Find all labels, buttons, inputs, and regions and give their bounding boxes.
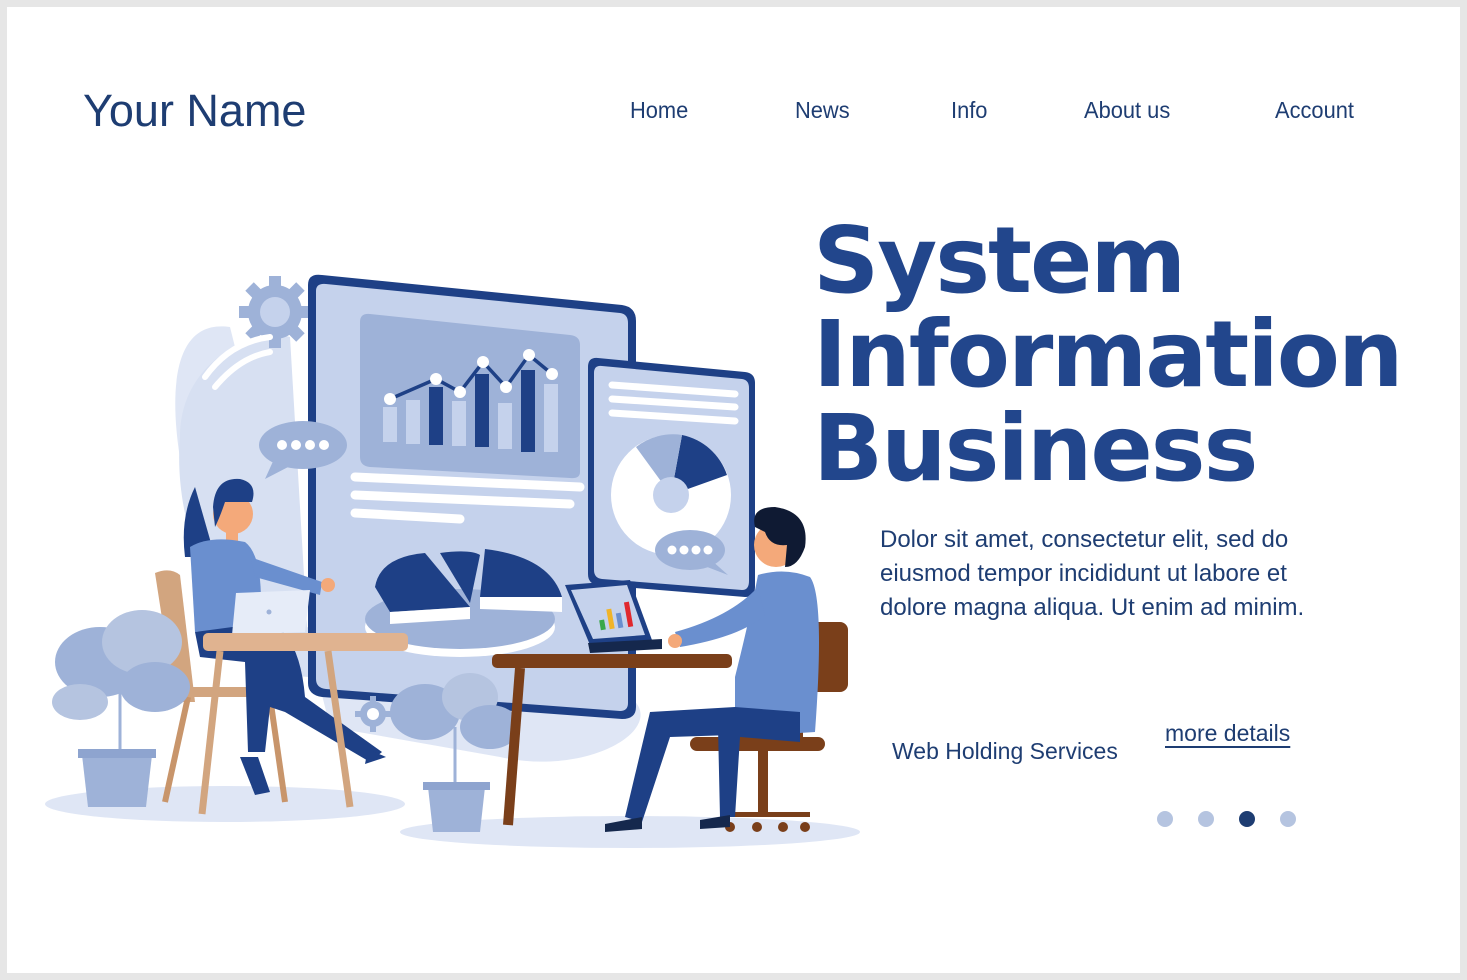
dashboard-screen-main [308, 274, 636, 719]
carousel-dot-3[interactable] [1239, 811, 1255, 827]
carousel-dot-1[interactable] [1157, 811, 1173, 827]
laptop-icon [232, 590, 310, 635]
nav-news[interactable]: News [795, 97, 850, 124]
nav-info[interactable]: Info [951, 97, 987, 124]
carousel-dot-4[interactable] [1280, 811, 1296, 827]
hero-headline: System Information Business [813, 207, 1403, 502]
headline-line-3: Business [813, 395, 1258, 502]
nav-about-us[interactable]: About us [1084, 97, 1170, 124]
hero-description: Dolor sit amet, consectetur elit, sed do… [880, 526, 1305, 621]
gear-icon [239, 276, 311, 348]
carousel-dot-2[interactable] [1198, 811, 1214, 827]
more-details-link[interactable]: more details [1165, 720, 1290, 747]
carousel-indicator [1157, 811, 1296, 827]
main-nav: Home News Info About us Account [7, 97, 1460, 127]
services-label: Web Holding Services [892, 738, 1118, 764]
nav-account[interactable]: Account [1275, 97, 1354, 124]
headline-line-1: System [813, 207, 1186, 314]
landing-page: Your Name Home News Info About us Accoun… [7, 7, 1460, 973]
headline-line-2: Information [813, 301, 1403, 408]
dashboard-screen-secondary [588, 357, 755, 597]
hero-illustration [45, 274, 860, 848]
nav-home[interactable]: Home [630, 97, 688, 124]
